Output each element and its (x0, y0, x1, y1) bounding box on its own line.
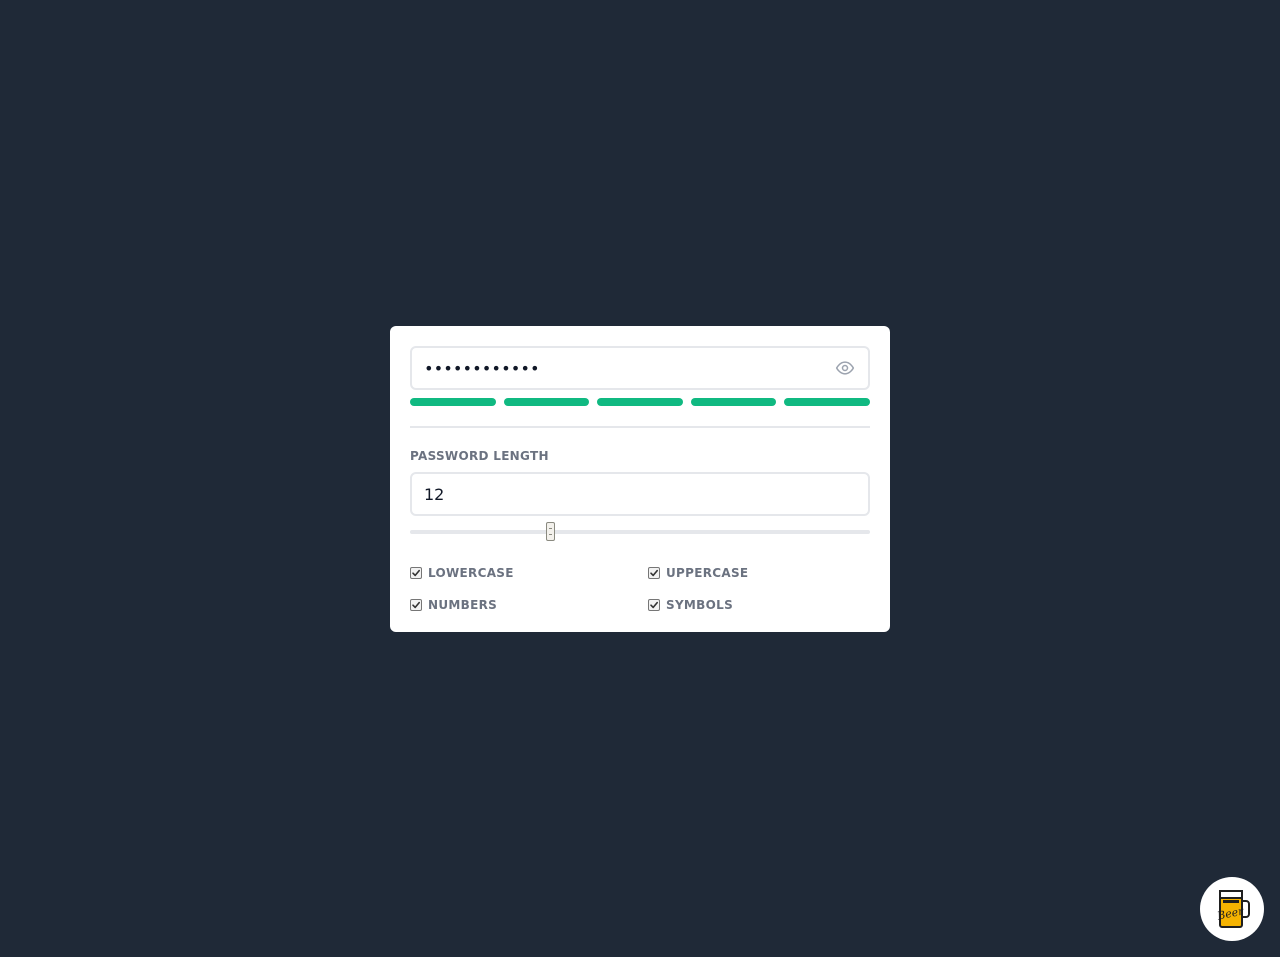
strength-segment (784, 398, 870, 406)
option-symbols[interactable]: SYMBOLS (648, 597, 870, 613)
numbers-label: NUMBERS (428, 598, 498, 612)
password-length-label: PASSWORD LENGTH (410, 449, 549, 463)
strength-segment (690, 398, 777, 406)
option-lowercase[interactable]: LOWERCASE (410, 565, 648, 581)
option-numbers[interactable]: NUMBERS (410, 597, 648, 613)
lowercase-checkbox[interactable] (410, 567, 422, 579)
strength-segment (597, 398, 683, 406)
numbers-checkbox[interactable] (410, 599, 422, 611)
lowercase-label: LOWERCASE (428, 566, 514, 580)
uppercase-label: UPPERCASE (666, 566, 749, 580)
strength-meter (410, 398, 870, 406)
symbols-checkbox[interactable] (648, 599, 660, 611)
slider-thumb[interactable] (546, 522, 555, 541)
password-length-slider[interactable] (410, 522, 870, 547)
eye-icon[interactable] (834, 357, 856, 379)
password-value[interactable]: •••••••••••• (424, 359, 834, 378)
character-options: LOWERCASE UPPERCASE NUMBERS SYMBOLS (410, 565, 870, 613)
strength-segment (503, 398, 590, 406)
slider-track[interactable] (410, 530, 870, 534)
password-generator-card: •••••••••••• PASSWORD LENGTH 12 LOWERCAS… (390, 326, 890, 632)
beer-mug-icon: Beer (1215, 890, 1250, 928)
symbols-label: SYMBOLS (666, 598, 734, 612)
strength-segment (410, 398, 496, 406)
option-uppercase[interactable]: UPPERCASE (648, 565, 870, 581)
password-field[interactable]: •••••••••••• (410, 346, 870, 390)
password-length-input[interactable]: 12 (410, 472, 870, 516)
divider (410, 426, 870, 428)
buy-me-a-beer-button[interactable]: Beer (1200, 877, 1264, 941)
uppercase-checkbox[interactable] (648, 567, 660, 579)
